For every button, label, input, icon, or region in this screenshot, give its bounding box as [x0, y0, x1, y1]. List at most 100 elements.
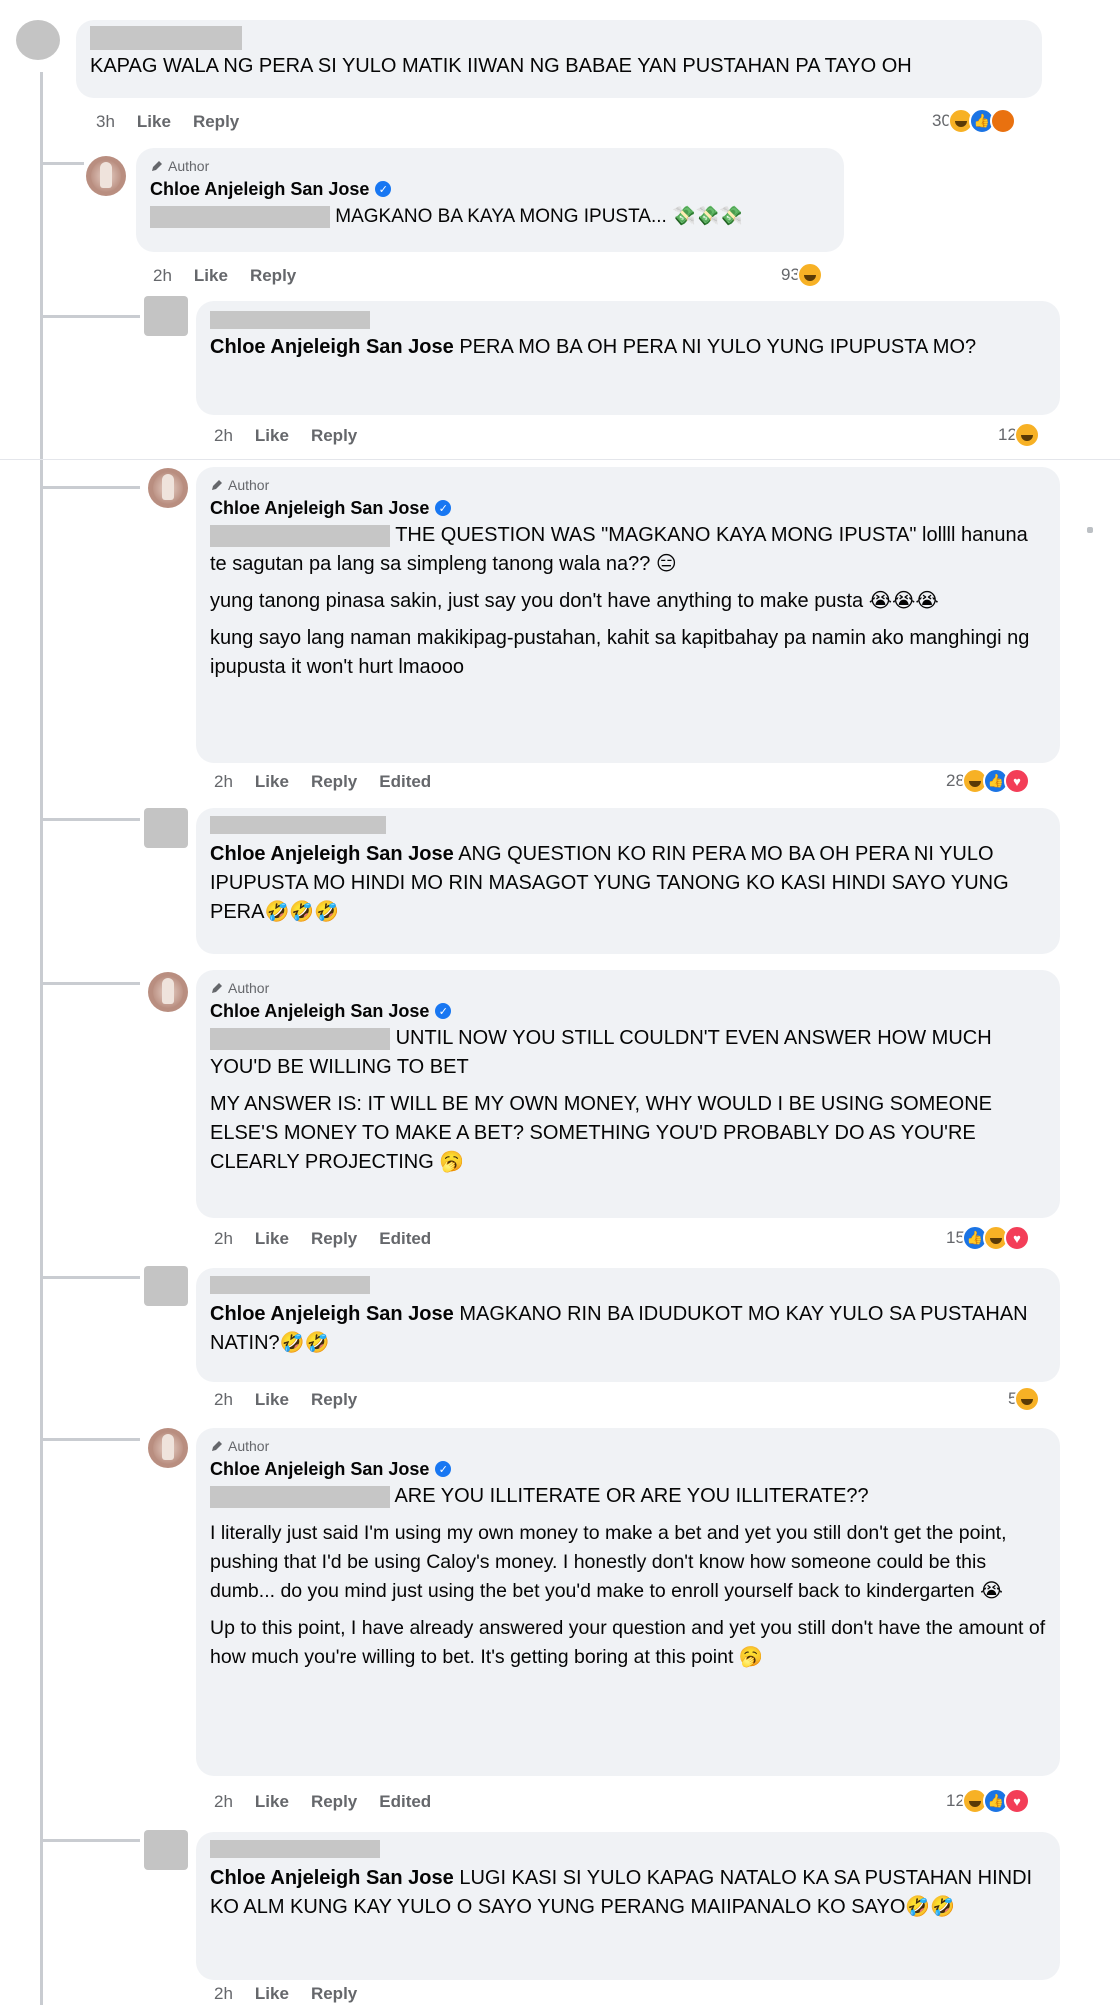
- reply-button[interactable]: Reply: [311, 1229, 357, 1249]
- redacted-name: [210, 311, 370, 329]
- pencil-icon: [212, 480, 222, 490]
- thread-line-branch: [40, 315, 140, 318]
- commenter-name[interactable]: Chloe Anjeleigh San Jose ✓: [210, 495, 1046, 521]
- timestamp: 2h: [214, 1390, 233, 1409]
- divider: [0, 459, 1120, 460]
- comment-bubble: Author Chloe Anjeleigh San Jose ✓ ARE YO…: [196, 1428, 1060, 1776]
- reaction-summary[interactable]: 15 👍 ♥: [946, 1225, 1030, 1251]
- avatar[interactable]: [144, 1830, 188, 1870]
- commenter-name[interactable]: Chloe Anjeleigh San Jose ✓: [210, 998, 1046, 1024]
- comment-bubble: Chloe Anjeleigh San Jose PERA MO BA OH P…: [196, 301, 1060, 415]
- like-button[interactable]: Like: [137, 112, 171, 132]
- comment-text: MY ANSWER IS: IT WILL BE MY OWN MONEY, W…: [210, 1093, 992, 1173]
- comment-text: KAPAG WALA NG PERA SI YULO MATIK IIWAN N…: [90, 55, 912, 77]
- comment-actions: 2h Like Reply Edited: [214, 771, 431, 793]
- edited-label: Edited: [379, 1792, 432, 1811]
- reply-button[interactable]: Reply: [311, 1792, 357, 1812]
- comment-actions: 2h Like Reply Edited: [214, 1228, 431, 1250]
- like-button[interactable]: Like: [255, 426, 289, 446]
- avatar[interactable]: [144, 296, 188, 336]
- love-icon: ♥: [1003, 1788, 1030, 1814]
- comment-bubble: Author Chloe Anjeleigh San Jose ✓ THE QU…: [196, 467, 1060, 763]
- redacted-mention: [210, 1027, 390, 1050]
- like-button[interactable]: Like: [255, 1792, 289, 1812]
- comment-text: I literally just said I'm using my own m…: [210, 1522, 1007, 1602]
- comment-text: kung sayo lang naman makikipag-pustahan,…: [210, 627, 1030, 678]
- like-button[interactable]: Like: [255, 1390, 289, 1410]
- angry-icon: [989, 108, 1016, 134]
- comment-bubble: Author Chloe Anjeleigh San Jose ✓ UNTIL …: [196, 970, 1060, 1218]
- verified-icon: ✓: [435, 500, 452, 516]
- thread-line-branch: [40, 1839, 140, 1842]
- comment-actions: 2h Like Reply: [153, 265, 296, 287]
- reply-button[interactable]: Reply: [311, 772, 357, 792]
- author-badge: Author: [150, 156, 830, 176]
- commenter-name[interactable]: Chloe Anjeleigh San Jose ✓: [150, 176, 830, 202]
- reaction-summary[interactable]: 5: [1008, 1386, 1041, 1412]
- author-badge: Author: [210, 1436, 1046, 1456]
- comment-text: Chloe Anjeleigh San Jose ANG QUESTION KO…: [210, 843, 1009, 924]
- comment-actions: 2h Like Reply: [214, 425, 357, 447]
- avatar[interactable]: [148, 972, 188, 1012]
- like-button[interactable]: Like: [194, 266, 228, 286]
- comment-text: MAGKANO BA KAYA MONG IPUSTA... 💸💸💸: [150, 202, 830, 231]
- avatar[interactable]: [144, 808, 188, 848]
- haha-icon: [1014, 1386, 1041, 1412]
- avatar[interactable]: [148, 468, 188, 508]
- verified-icon: ✓: [375, 181, 392, 197]
- comment-text: Chloe Anjeleigh San Jose LUGI KASI SI YU…: [210, 1867, 1033, 1919]
- comment-text: Chloe Anjeleigh San Jose PERA MO BA OH P…: [210, 336, 977, 359]
- comment-bubble: Chloe Anjeleigh San Jose ANG QUESTION KO…: [196, 808, 1060, 954]
- reply-button[interactable]: Reply: [311, 426, 357, 446]
- scroll-indicator: [1087, 527, 1093, 533]
- author-badge: Author: [210, 475, 1046, 495]
- comment-bubble: Author Chloe Anjeleigh San Jose ✓ MAGKAN…: [136, 148, 844, 252]
- redacted-name: [210, 816, 386, 834]
- thread-line-branch: [40, 486, 140, 489]
- avatar[interactable]: [86, 156, 126, 196]
- redacted-name: [210, 1840, 380, 1858]
- pencil-icon: [212, 983, 222, 993]
- thread-line-branch: [40, 1276, 140, 1279]
- thread-line-branch: [40, 1438, 140, 1441]
- timestamp: 2h: [153, 266, 172, 285]
- avatar[interactable]: [16, 20, 60, 60]
- reaction-summary[interactable]: 93: [781, 262, 823, 288]
- comment-actions: 2h Like Reply: [214, 1389, 357, 1411]
- redacted-mention: [210, 524, 390, 547]
- pencil-icon: [212, 1441, 222, 1451]
- like-button[interactable]: Like: [255, 1984, 289, 2004]
- like-button[interactable]: Like: [255, 772, 289, 792]
- haha-icon: [796, 262, 823, 288]
- avatar[interactable]: [148, 1428, 188, 1468]
- reaction-summary[interactable]: 12: [998, 422, 1040, 448]
- timestamp: 2h: [214, 1984, 233, 2003]
- reaction-summary[interactable]: 30 👍: [932, 108, 1016, 134]
- reply-button[interactable]: Reply: [193, 112, 239, 132]
- mention-link[interactable]: Chloe Anjeleigh San Jose: [210, 1303, 454, 1325]
- thread-line-branch: [40, 982, 140, 985]
- reaction-summary[interactable]: 12 👍 ♥: [946, 1788, 1030, 1814]
- edited-label: Edited: [379, 1229, 432, 1248]
- comment-bubble: Chloe Anjeleigh San Jose LUGI KASI SI YU…: [196, 1832, 1060, 1980]
- timestamp: 2h: [214, 1229, 233, 1248]
- verified-icon: ✓: [435, 1003, 452, 1019]
- timestamp: 2h: [214, 426, 233, 445]
- comment-text: Chloe Anjeleigh San Jose MAGKANO RIN BA …: [210, 1303, 1028, 1355]
- reply-button[interactable]: Reply: [250, 266, 296, 286]
- like-button[interactable]: Like: [255, 1229, 289, 1249]
- timestamp: 2h: [214, 772, 233, 791]
- commenter-name[interactable]: Chloe Anjeleigh San Jose ✓: [210, 1456, 1046, 1482]
- edited-label: Edited: [379, 772, 432, 791]
- mention-link[interactable]: Chloe Anjeleigh San Jose: [210, 336, 454, 358]
- reaction-summary[interactable]: 28 👍 ♥: [946, 768, 1030, 794]
- comment-bubble: KAPAG WALA NG PERA SI YULO MATIK IIWAN N…: [76, 20, 1042, 98]
- reply-button[interactable]: Reply: [311, 1984, 357, 2004]
- haha-icon: [1013, 422, 1040, 448]
- reply-button[interactable]: Reply: [311, 1390, 357, 1410]
- timestamp: 2h: [214, 1792, 233, 1811]
- mention-link[interactable]: Chloe Anjeleigh San Jose: [210, 843, 454, 865]
- avatar[interactable]: [144, 1266, 188, 1306]
- redacted-name: [210, 1276, 370, 1294]
- mention-link[interactable]: Chloe Anjeleigh San Jose: [210, 1867, 454, 1889]
